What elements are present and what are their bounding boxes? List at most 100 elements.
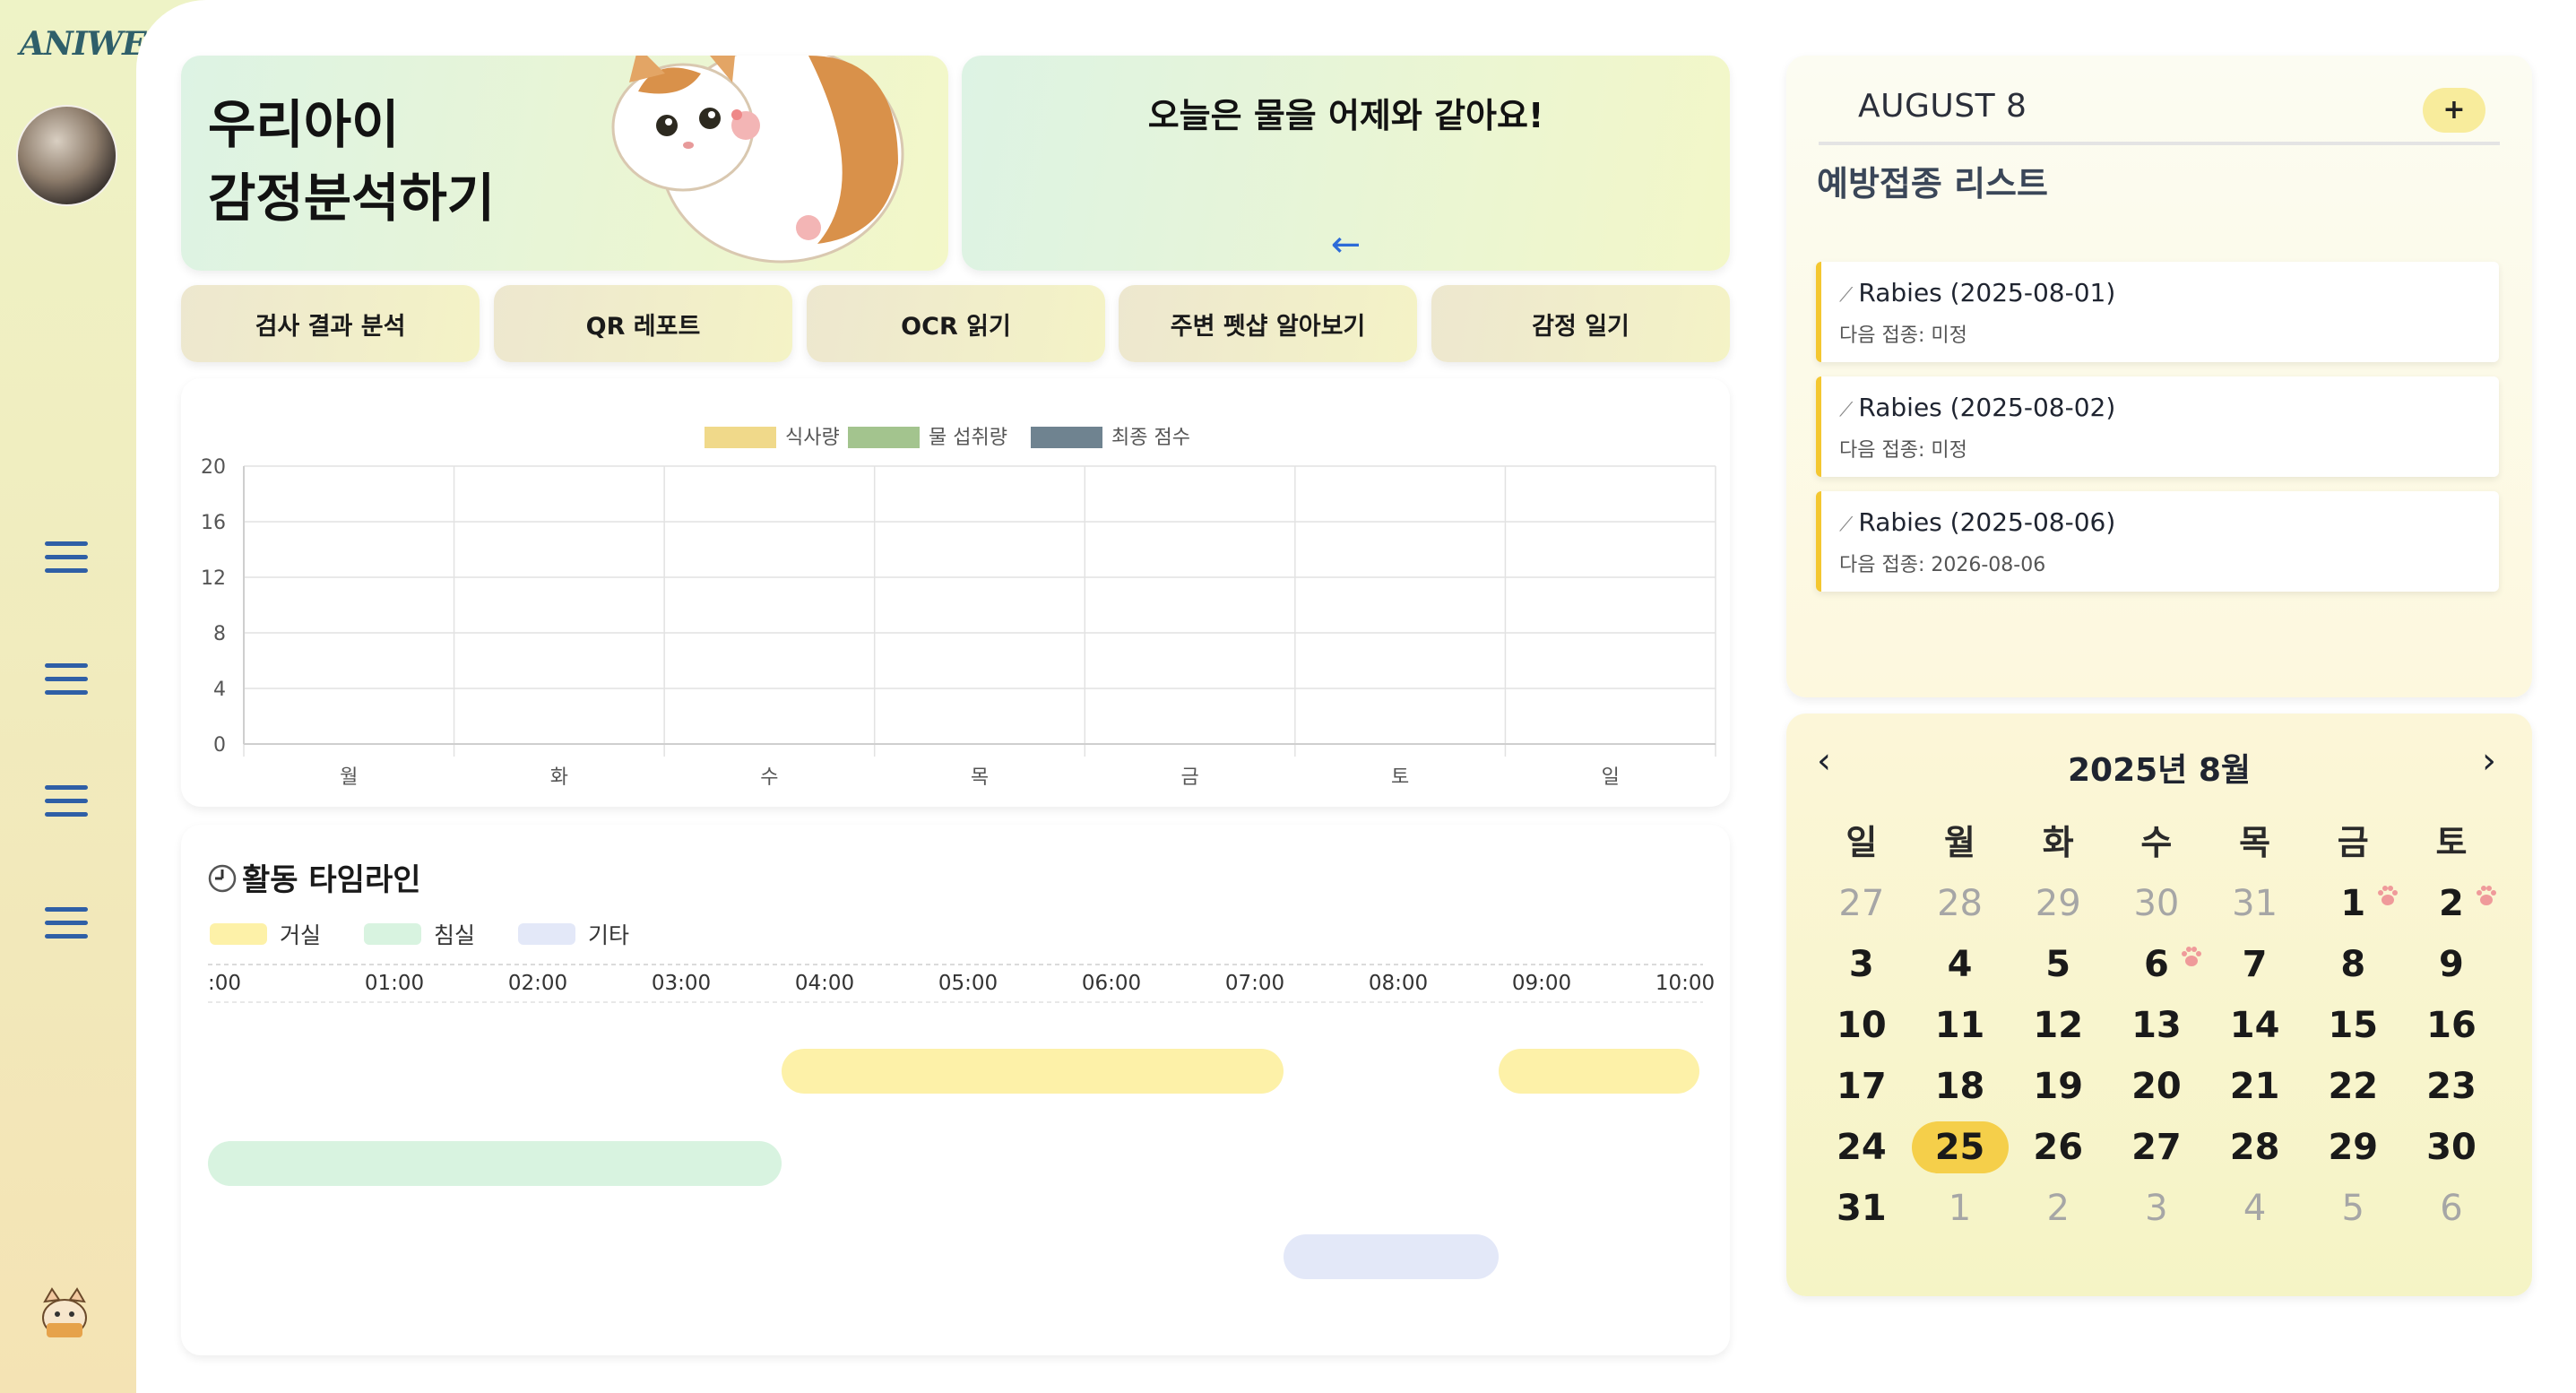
calendar-day[interactable]: 1 [1911, 1178, 2010, 1239]
vaccination-item[interactable]: ⟋ Rabies (2025-08-01) 다음 접종: 미정 [1816, 262, 2499, 362]
calendar-day[interactable]: 17 [1812, 1056, 1911, 1117]
calendar-day[interactable]: 27 [2107, 1117, 2206, 1178]
legend-swatch[interactable] [705, 427, 776, 448]
calendar-day[interactable]: 29 [2009, 873, 2107, 934]
calendar-day[interactable]: 1 [2304, 873, 2402, 934]
calendar-day-today[interactable]: 25 [1911, 1117, 2010, 1178]
activity-timeline-card: 활동 타임라인 거실 침실 기타 :00 01:00 02:00 03:00 04:00… [181, 825, 1730, 1355]
legend-label[interactable]: 식사량 [785, 427, 840, 449]
legend-label[interactable]: 물 섭취량 [929, 427, 1007, 449]
weekly-bar-chart: 식사량 물 섭취량 최종 점수 0 4 8 12 16 20 월 화 수 목 금 토 일 [201, 427, 1716, 789]
activity-bar[interactable] [1284, 1234, 1499, 1279]
legend-label[interactable]: 최종 점수 [1111, 427, 1190, 449]
tab-ocr-read[interactable]: OCR 읽기 [807, 285, 1105, 362]
vaccination-item[interactable]: ⟋ Rabies (2025-08-06) 다음 접종: 2026-08-06 [1816, 491, 2499, 592]
calendar-day[interactable]: 12 [2009, 995, 2107, 1056]
arrow-left-icon[interactable]: ← [962, 227, 1730, 263]
next-vaccination: 다음 접종: 미정 [1839, 439, 1967, 462]
y-tick-label: 8 [213, 623, 226, 645]
activity-bar[interactable] [208, 1141, 782, 1186]
calendar-day[interactable]: 11 [1911, 995, 2010, 1056]
calendar-day[interactable]: 6 [2402, 1178, 2501, 1239]
calendar-day[interactable]: 4 [1911, 934, 2010, 995]
calendar-day[interactable]: 20 [2107, 1056, 2206, 1117]
y-tick-label: 4 [213, 679, 226, 701]
calendar-day[interactable]: 31 [1812, 1178, 1911, 1239]
calendar-day[interactable]: 3 [1812, 934, 1911, 995]
calendar-day[interactable]: 7 [2206, 934, 2304, 995]
calendar-day[interactable]: 14 [2206, 995, 2304, 1056]
cat-face-icon[interactable] [36, 1284, 93, 1341]
calendar-day[interactable]: 30 [2107, 873, 2206, 934]
weekday-label: 토 [2435, 823, 2468, 862]
legend-swatch[interactable] [1031, 427, 1102, 448]
calendar-day[interactable]: 30 [2402, 1117, 2501, 1178]
tab-qr-report[interactable]: QR 레포트 [494, 285, 792, 362]
calendar-day[interactable]: 26 [2009, 1117, 2107, 1178]
weekday-label: 수 [2140, 823, 2173, 862]
calendar-day[interactable]: 3 [2107, 1178, 2206, 1239]
calendar-day[interactable]: 21 [2206, 1056, 2304, 1117]
calendar-day[interactable]: 10 [1812, 995, 1911, 1056]
calendar-day[interactable]: 15 [2304, 995, 2402, 1056]
x-tick-label: 금 [1180, 766, 1198, 789]
legend-swatch[interactable] [848, 427, 920, 448]
calendar-day[interactable]: 23 [2402, 1056, 2501, 1117]
calendar-day[interactable]: 2 [2009, 1178, 2107, 1239]
calendar-day[interactable]: 13 [2107, 995, 2206, 1056]
weekday-row: 일월화수목금토 [1812, 812, 2501, 873]
x-tick-label: 일 [1602, 766, 1620, 789]
calendar-day[interactable]: 9 [2402, 934, 2501, 995]
paw-icon [2474, 868, 2499, 929]
vaccination-item[interactable]: ⟋ Rabies (2025-08-02) 다음 접종: 미정 [1816, 376, 2499, 477]
next-vaccination: 다음 접종: 미정 [1839, 324, 1967, 347]
calendar-day[interactable]: 2 [2402, 873, 2501, 934]
hour-label: :00 [208, 972, 241, 995]
tab-emotion-diary[interactable]: 감정 일기 [1431, 285, 1730, 362]
weekday-label: 화 [2042, 823, 2074, 862]
paw-icon [2179, 929, 2204, 990]
calendar-day[interactable]: 24 [1812, 1117, 1911, 1178]
hour-label: 07:00 [1225, 972, 1284, 995]
paw-icon [2375, 868, 2400, 929]
calendar-week: 27 28 29 30 31 1 2 [1812, 873, 2501, 934]
menu-icon[interactable] [45, 541, 88, 577]
chevron-right-icon[interactable]: › [2482, 740, 2496, 782]
calendar-day[interactable]: 19 [2009, 1056, 2107, 1117]
menu-icon[interactable] [45, 663, 88, 699]
calendar-day[interactable]: 18 [1911, 1056, 2010, 1117]
sidebar: ANIWELL [0, 0, 190, 1393]
add-vaccination-button[interactable]: + [2423, 88, 2485, 133]
calendar-day[interactable]: 31 [2206, 873, 2304, 934]
avatar[interactable] [16, 105, 117, 206]
emotion-analysis-card[interactable]: 우리아이 감정분석하기 [181, 56, 948, 271]
calendar-day[interactable]: 8 [2304, 934, 2402, 995]
hour-label: 04:00 [795, 972, 854, 995]
tab-test-result-analysis[interactable]: 검사 결과 분석 [181, 285, 480, 362]
divider [1819, 142, 2500, 145]
calendar-day[interactable]: 5 [2304, 1178, 2402, 1239]
water-intake-card[interactable]: 오늘은 물을 어제와 같아요! ← [962, 56, 1730, 271]
calendar-day[interactable]: 5 [2009, 934, 2107, 995]
calendar-day[interactable]: 29 [2304, 1117, 2402, 1178]
calendar-day[interactable]: 27 [1812, 873, 1911, 934]
selected-date: AUGUST 8 [1858, 88, 2027, 125]
next-vaccination: 다음 접종: 2026-08-06 [1839, 554, 2046, 576]
calendar-day[interactable]: 22 [2304, 1056, 2402, 1117]
menu-icon[interactable] [45, 907, 88, 943]
calendar-day[interactable]: 16 [2402, 995, 2501, 1056]
weekly-chart-card: 식사량 물 섭취량 최종 점수 0 4 8 12 16 20 월 화 수 목 금 토 일 [181, 378, 1730, 807]
menu-icon[interactable] [45, 785, 88, 821]
calendar-day[interactable]: 6 [2107, 934, 2206, 995]
activity-bar[interactable] [782, 1049, 1284, 1094]
calendar-day[interactable]: 28 [1911, 873, 2010, 934]
calendar-week: 17 18 19 20 21 22 23 [1812, 1056, 2501, 1117]
y-tick-label: 16 [201, 512, 226, 534]
calendar-day[interactable]: 28 [2206, 1117, 2304, 1178]
calendar-day[interactable]: 4 [2206, 1178, 2304, 1239]
hero-title-line1: 우리아이 [208, 94, 400, 155]
tab-nearby-petshop[interactable]: 주변 펫샵 알아보기 [1119, 285, 1417, 362]
activity-bar[interactable] [1499, 1049, 1699, 1094]
y-tick-label: 20 [201, 456, 226, 479]
x-tick-label: 화 [550, 766, 568, 789]
